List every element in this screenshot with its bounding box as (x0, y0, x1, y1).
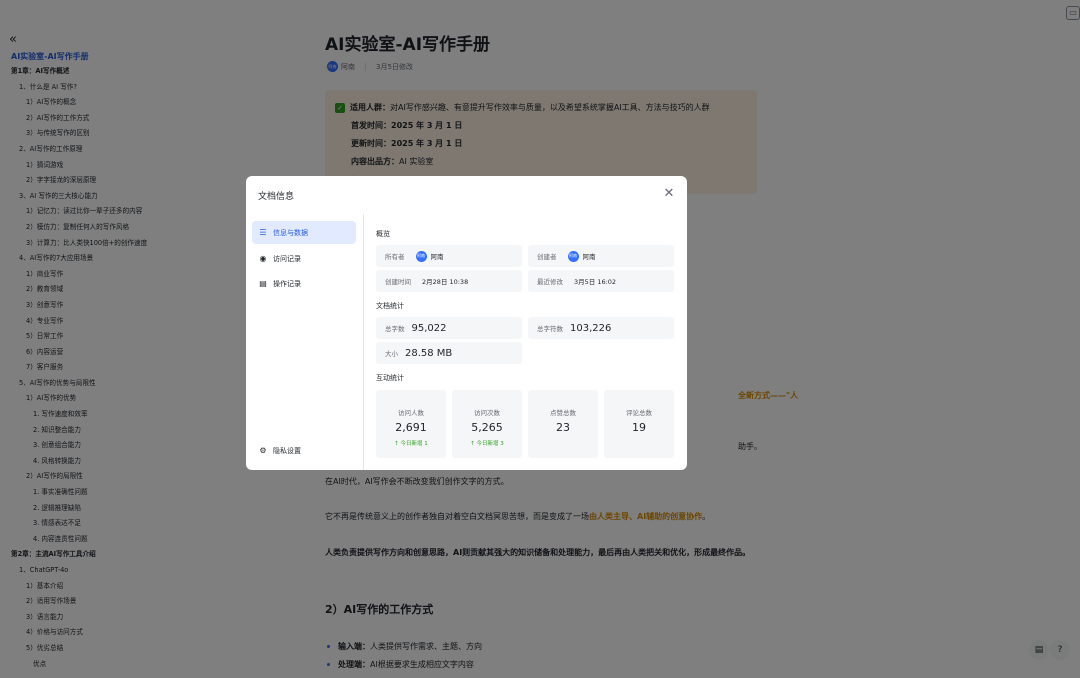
created-card: 创建时间 2月28日 10:38 (376, 270, 522, 292)
avatar: 阿南 (567, 250, 579, 262)
card-delta: ↑ 今日新增 1 (394, 441, 428, 447)
card-label: 点赞总数 (550, 409, 576, 417)
card-value: 23 (556, 421, 570, 434)
gear-icon: ⚙ (259, 446, 267, 455)
card-label: 所有者 (385, 253, 405, 261)
owner-card: 所有者 阿南 阿南 (376, 245, 522, 267)
list-icon: ☰ (259, 228, 267, 237)
created-value: 2月28日 10:38 (422, 278, 469, 286)
avatar: 阿南 (415, 250, 427, 262)
doc-info-dialog: 文档信息 ✕ ☰ 信息与数据 ◉ 访问记录 ▤ 操作记录 ⚙ 隐私设置 概览 所… (246, 176, 687, 470)
visits-card: 访问次数 5,265 ↑ 今日新增 3 (452, 390, 522, 458)
size-value: 28.58 MB (405, 347, 453, 359)
char-count-card: 总字符数 103,226 (528, 317, 674, 339)
word-count-card: 总字数 95,022 (376, 317, 522, 339)
privacy-settings-button[interactable]: ⚙ 隐私设置 (252, 439, 356, 462)
tab-visit-records[interactable]: ◉ 访问记录 (252, 247, 356, 270)
eye-icon: ◉ (259, 254, 267, 263)
section-title-interaction: 互动统计 (376, 374, 404, 382)
section-title-doc-stats: 文档统计 (376, 302, 404, 310)
dialog-title: 文档信息 (258, 192, 295, 202)
card-value: 2,691 (395, 421, 427, 434)
word-count-value: 95,022 (411, 322, 447, 334)
owner-value[interactable]: 阿南 阿南 (415, 250, 444, 262)
card-value: 19 (632, 421, 646, 434)
card-delta: ↑ 今日新增 3 (470, 441, 504, 447)
section-title-overview: 概览 (376, 230, 390, 238)
creator-value[interactable]: 阿南 阿南 (567, 250, 596, 262)
tab-label: 操作记录 (273, 279, 301, 288)
tab-info-data[interactable]: ☰ 信息与数据 (252, 221, 356, 244)
tab-label: 访问记录 (273, 254, 301, 263)
dialog-nav: ☰ 信息与数据 ◉ 访问记录 ▤ 操作记录 ⚙ 隐私设置 (246, 214, 364, 470)
card-label: 创建者 (537, 253, 557, 261)
card-label: 大小 (385, 350, 398, 358)
card-label: 访问人数 (398, 409, 424, 417)
likes-card: 点赞总数 23 (528, 390, 598, 458)
comments-card: 评论总数 19 (604, 390, 674, 458)
settings-label: 隐私设置 (273, 446, 301, 455)
creator-card: 创建者 阿南 阿南 (528, 245, 674, 267)
modified-value: 3月5日 16:02 (574, 278, 617, 286)
card-label: 总字数 (385, 325, 405, 333)
tab-operation-records[interactable]: ▤ 操作记录 (252, 272, 356, 295)
history-icon: ▤ (259, 279, 267, 288)
visitors-card: 访问人数 2,691 ↑ 今日新增 1 (376, 390, 446, 458)
tab-label: 信息与数据 (273, 228, 308, 237)
card-label: 评论总数 (626, 409, 652, 417)
card-value: 5,265 (471, 421, 503, 434)
close-icon[interactable]: ✕ (661, 186, 677, 202)
size-card: 大小 28.58 MB (376, 342, 522, 364)
card-label: 总字符数 (537, 325, 563, 333)
char-count-value: 103,226 (570, 322, 612, 334)
card-label: 创建时间 (385, 278, 411, 286)
modified-card: 最近修改 3月5日 16:02 (528, 270, 674, 292)
card-label: 访问次数 (474, 409, 500, 417)
card-label: 最近修改 (537, 278, 563, 286)
